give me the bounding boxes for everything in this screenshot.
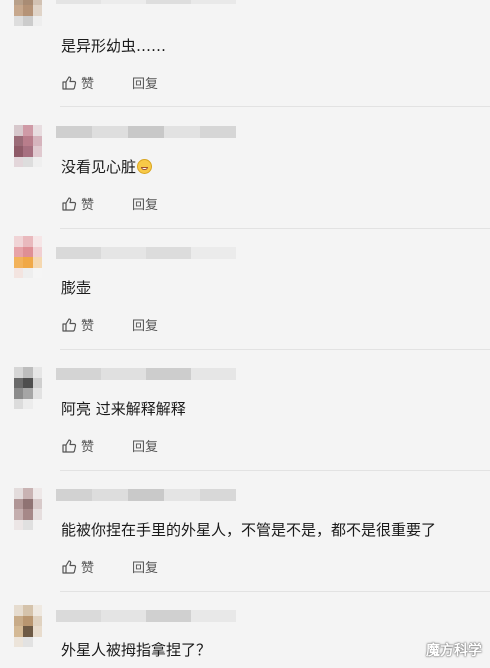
comment-item: 膨壶 赞 回复	[0, 236, 490, 350]
avatar[interactable]	[14, 367, 42, 409]
like-button[interactable]: 赞	[61, 315, 94, 334]
comment-text-body: 没看见心脏	[61, 158, 137, 176]
comment-actions: 赞 回复	[61, 557, 158, 576]
comment-item: 没看见心脏 赞 回复	[0, 121, 490, 229]
divider	[60, 470, 490, 471]
like-label: 赞	[81, 77, 95, 92]
avatar[interactable]	[14, 488, 42, 530]
comment-text: 外星人被拇指拿捏了？	[61, 641, 212, 659]
reply-button[interactable]: 回复	[132, 194, 158, 213]
comment-actions: 赞 回复	[61, 315, 158, 334]
comment-text: 没看见心脏	[61, 157, 153, 177]
username[interactable]	[56, 610, 236, 622]
thumbs-up-icon	[62, 317, 77, 332]
like-label: 赞	[81, 198, 95, 213]
username[interactable]	[56, 489, 236, 501]
username[interactable]	[56, 126, 236, 138]
comment-actions: 赞 回复	[61, 194, 158, 213]
username[interactable]	[56, 368, 236, 380]
divider	[60, 106, 490, 107]
comment-actions: 赞 回复	[61, 73, 158, 92]
comment-text: 能被你捏在手里的外星人，不管是不是，都不是很重要了	[61, 521, 437, 539]
comment-text: 阿亮 过来解释解释	[61, 400, 186, 418]
divider	[60, 349, 490, 350]
like-label: 赞	[81, 440, 95, 455]
avatar[interactable]	[14, 605, 42, 647]
avatar[interactable]	[14, 125, 42, 167]
comment-actions: 赞 回复	[61, 436, 158, 455]
comment-item: 阿亮 过来解释解释 赞 回复	[0, 363, 490, 471]
comment-item: 是异形幼虫…… 赞 回复	[0, 0, 490, 108]
comment-text: 是异形幼虫……	[61, 37, 167, 55]
divider	[60, 228, 490, 229]
like-label: 赞	[81, 319, 95, 334]
like-button[interactable]: 赞	[61, 73, 94, 92]
thumbs-up-icon	[62, 438, 77, 453]
reply-button[interactable]: 回复	[132, 315, 158, 334]
reply-button[interactable]: 回复	[132, 73, 158, 92]
divider	[60, 591, 490, 592]
like-button[interactable]: 赞	[61, 436, 94, 455]
comment-text: 膨壶	[61, 279, 92, 297]
like-label: 赞	[81, 561, 95, 576]
username[interactable]	[56, 0, 236, 4]
comment-item: 能被你捏在手里的外星人，不管是不是，都不是很重要了 赞 回复	[0, 484, 490, 592]
watermark: 魔方科学	[426, 643, 482, 659]
thumbs-up-icon	[62, 196, 77, 211]
grinning-emoji-icon	[137, 159, 153, 174]
comment-item: 外星人被拇指拿捏了？	[0, 605, 490, 668]
thumbs-up-icon	[62, 559, 77, 574]
reply-button[interactable]: 回复	[132, 557, 158, 576]
avatar[interactable]	[14, 236, 42, 278]
like-button[interactable]: 赞	[61, 557, 94, 576]
username[interactable]	[56, 247, 236, 259]
reply-button[interactable]: 回复	[132, 436, 158, 455]
avatar[interactable]	[14, 0, 42, 26]
like-button[interactable]: 赞	[61, 194, 94, 213]
thumbs-up-icon	[62, 75, 77, 90]
